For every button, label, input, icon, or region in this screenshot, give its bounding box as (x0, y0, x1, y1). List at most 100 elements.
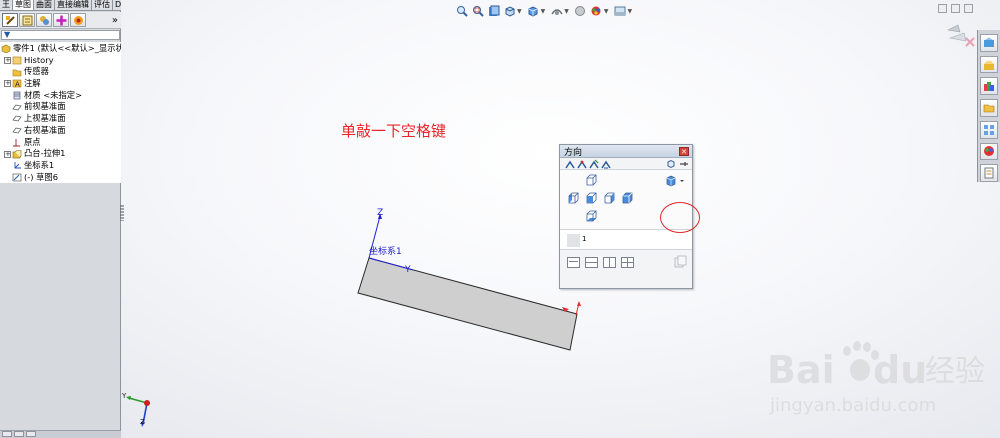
hide-show-items-button[interactable] (574, 5, 587, 18)
orientation-title-text: 方向 (564, 147, 583, 158)
plane-icon (12, 114, 22, 123)
resources-icon (984, 37, 994, 47)
tree-filter-input[interactable]: ▼ (1, 30, 120, 40)
link-views-icon[interactable] (674, 255, 688, 269)
annotation-icon: A (12, 79, 22, 88)
command-tab[interactable]: 直接编辑 (55, 0, 92, 10)
confirmation-corner[interactable] (944, 22, 978, 52)
tree-expander[interactable]: + (4, 57, 11, 65)
view-palette-icon (984, 124, 994, 135)
section-view-button[interactable] (503, 5, 516, 18)
y-axis-label: Y (404, 265, 411, 275)
display-style-button[interactable] (550, 5, 563, 18)
custom-properties-tab[interactable] (980, 142, 998, 161)
appearances-icon (984, 146, 994, 157)
view-palette-tab[interactable] (980, 99, 998, 117)
configuration-manager-tab[interactable] (36, 13, 52, 27)
custom-properties-tab-2[interactable] (980, 164, 998, 183)
model-viewport: Z Y 坐标系1 (357, 208, 581, 351)
view-cube-icon (667, 159, 674, 168)
minimize-button[interactable] (938, 4, 947, 13)
command-tab[interactable]: 草图 (13, 0, 34, 10)
tree-item[interactable]: 坐标系1 (0, 160, 121, 172)
tree-item[interactable]: + 凸台-拉伸1 (0, 148, 121, 160)
tree-expander[interactable]: + (4, 150, 11, 158)
tree-item[interactable]: 上视基准面 (0, 113, 121, 125)
highlight-circle (660, 202, 700, 233)
front-view-button[interactable] (585, 192, 597, 204)
motion-study-tab[interactable] (14, 431, 24, 437)
feature-manager-tab[interactable] (2, 13, 18, 27)
tree-item[interactable]: 材质 <未指定> (0, 90, 121, 102)
section-view-dropdown[interactable]: ▼ (517, 8, 522, 15)
model-tab[interactable] (2, 431, 12, 437)
part-icon (1, 44, 11, 54)
single-view-button[interactable] (567, 257, 580, 268)
zoom-to-area-button[interactable] (471, 5, 484, 18)
file-explorer-tab[interactable] (980, 77, 998, 96)
display-manager-tab[interactable] (70, 13, 86, 27)
restore-button[interactable] (951, 4, 960, 13)
tree-item[interactable]: 传感器 (0, 66, 121, 78)
appearance-dropdown[interactable]: ▼ (604, 8, 609, 15)
update-view-button[interactable] (576, 159, 587, 169)
display-style-dropdown[interactable]: ▼ (564, 8, 569, 15)
right-view-button[interactable] (603, 192, 615, 204)
tree-expander (4, 115, 11, 122)
tree-item[interactable]: + A 注解 (0, 78, 121, 90)
left-view-button[interactable] (567, 192, 579, 204)
scroll-button[interactable] (26, 431, 36, 437)
solidworks-resources-tab[interactable] (980, 34, 998, 52)
pin-dialog-button[interactable] (678, 159, 689, 169)
two-view-horizontal-button[interactable] (585, 257, 598, 268)
watermark-brand-tail: du (873, 348, 927, 392)
close-window-button[interactable] (964, 4, 973, 13)
tree-item[interactable]: 原点 (0, 137, 121, 149)
tree-item[interactable]: 零件1 (默认<<默认>_显示状 (0, 43, 121, 55)
isometric-view-dropdown[interactable] (665, 175, 687, 187)
command-tab[interactable]: DimXpert (113, 0, 121, 10)
extrude-icon (12, 149, 22, 159)
scene-dropdown[interactable]: ▼ (628, 8, 633, 15)
tree-expander (4, 174, 11, 181)
view-orientation-dropdown[interactable]: ▼ (541, 8, 546, 15)
feature-manager-panel: 王草图曲面直接编辑评估DimXpert办公室产品 » ▼ 零件1 (默认<<默认… (0, 0, 121, 438)
command-tab[interactable]: 曲面 (34, 0, 55, 10)
view-selector-toggle[interactable] (665, 159, 676, 169)
top-view-button[interactable] (585, 174, 597, 186)
panel-more-button[interactable]: » (112, 15, 118, 26)
tree-item[interactable]: + History (0, 55, 121, 67)
two-view-vertical-button[interactable] (603, 257, 616, 268)
tree-item[interactable]: 前视基准面 (0, 101, 121, 113)
tree-item-label: 上视基准面 (24, 113, 66, 124)
property-manager-tab[interactable] (19, 13, 35, 27)
design-library-tab[interactable] (980, 55, 998, 74)
bottom-view-button[interactable] (585, 210, 597, 222)
tree-expander (4, 104, 11, 111)
view-name-field[interactable]: 1 (560, 230, 692, 250)
tree-item[interactable]: 右视基准面 (0, 125, 121, 137)
tree-expander[interactable]: + (4, 80, 11, 88)
reset-views-button[interactable] (588, 159, 599, 169)
apply-scene-button[interactable] (614, 5, 627, 18)
edit-appearance-button[interactable] (590, 5, 603, 18)
new-view-button[interactable] (564, 159, 575, 169)
tree-item[interactable]: (-) 草图6 (0, 172, 121, 184)
appearances-scenes-tab[interactable] (980, 120, 998, 139)
orientation-close-button[interactable]: ✕ (679, 147, 689, 156)
four-view-button[interactable] (621, 257, 634, 268)
panel-splitter-handle[interactable] (120, 205, 124, 221)
previous-view-button[interactable] (487, 5, 500, 18)
zoom-to-fit-button[interactable] (455, 5, 468, 18)
coordinate-system-label[interactable]: 坐标系1 (369, 245, 402, 257)
back-view-button[interactable] (621, 192, 633, 204)
dimxpert-manager-tab[interactable] (53, 13, 69, 27)
view-orientation-button[interactable] (527, 5, 540, 18)
command-tab[interactable]: 评估 (92, 0, 113, 10)
history-icon (12, 56, 22, 65)
link-view-button[interactable] (600, 159, 611, 169)
triad-y-label: Y (121, 392, 127, 400)
svg-text:A: A (15, 81, 20, 89)
baidu-watermark: Bai du 经验 jingyan.baidu.com (767, 341, 985, 416)
command-tab[interactable]: 王 (0, 0, 13, 10)
